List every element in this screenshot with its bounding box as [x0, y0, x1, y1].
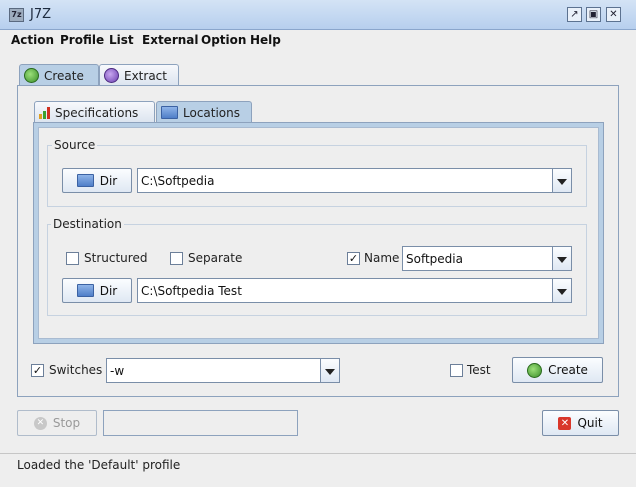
source-group-label: Source: [52, 138, 98, 152]
chevron-down-icon[interactable]: [552, 247, 571, 270]
extract-icon: [104, 68, 119, 83]
test-label: Test: [467, 363, 491, 377]
destination-dir-label: Dir: [99, 283, 118, 298]
stop-button[interactable]: ✕ Stop: [17, 410, 97, 436]
tab-extract-label: Extract: [124, 68, 167, 83]
create-button[interactable]: Create: [512, 357, 603, 383]
folder-icon: [76, 174, 94, 187]
source-path-combo[interactable]: C:\Softpedia: [137, 168, 572, 193]
minimize-icon[interactable]: ↗: [567, 7, 582, 22]
status-bar: Loaded the 'Default' profile: [0, 453, 636, 487]
stop-icon: ✕: [33, 416, 47, 430]
tab-extract[interactable]: Extract: [99, 64, 179, 86]
create-icon: [527, 362, 543, 378]
chevron-down-icon[interactable]: [552, 169, 571, 192]
folder-icon: [76, 284, 94, 297]
close-icon[interactable]: ✕: [606, 7, 621, 22]
app-icon: 7z: [9, 8, 24, 22]
menu-profile[interactable]: Profile: [60, 33, 104, 47]
tab-locations[interactable]: Locations: [156, 101, 252, 123]
source-path-value: C:\Softpedia: [141, 173, 215, 188]
name-combo[interactable]: Softpedia: [402, 246, 572, 271]
separate-label: Separate: [188, 251, 243, 265]
destination-path-value: C:\Softpedia Test: [141, 283, 242, 298]
switches-checkbox[interactable]: ✓: [31, 364, 44, 377]
progress-bar: [103, 410, 298, 436]
status-text: Loaded the 'Default' profile: [17, 458, 181, 472]
quit-button[interactable]: ✕ Quit: [542, 410, 619, 436]
window-title: J7Z: [30, 7, 52, 22]
tab-specifications-label: Specifications: [55, 105, 139, 120]
tab-create-label: Create: [44, 68, 84, 83]
folder-icon: [161, 106, 178, 119]
switches-value: -w: [110, 363, 125, 378]
tab-create[interactable]: Create: [19, 64, 99, 86]
destination-group-label: Destination: [51, 217, 124, 231]
chevron-down-icon[interactable]: [552, 279, 571, 302]
name-value: Softpedia: [406, 251, 463, 266]
name-checkbox[interactable]: ✓: [347, 252, 360, 265]
quit-icon: ✕: [558, 416, 572, 430]
switches-label: Switches: [49, 363, 103, 377]
menu-list[interactable]: List: [109, 33, 134, 47]
menu-bar: Action Profile List External Option Help: [0, 30, 636, 52]
bar-chart-icon: [39, 106, 50, 119]
create-icon: [24, 68, 39, 83]
menu-option[interactable]: Option: [201, 33, 246, 47]
destination-dir-button[interactable]: Dir: [62, 278, 132, 303]
tab-specifications[interactable]: Specifications: [34, 101, 155, 123]
create-button-label: Create: [548, 363, 588, 377]
name-label: Name: [364, 251, 400, 265]
structured-checkbox[interactable]: [66, 252, 79, 265]
source-dir-label: Dir: [99, 173, 118, 188]
tab-locations-label: Locations: [183, 105, 241, 120]
title-bar: 7z J7Z ↗ ▣ ✕: [0, 0, 636, 30]
quit-button-label: Quit: [577, 416, 603, 430]
stop-button-label: Stop: [52, 416, 81, 430]
chevron-down-icon[interactable]: [320, 359, 339, 382]
menu-help[interactable]: Help: [250, 33, 281, 47]
test-checkbox[interactable]: [450, 364, 463, 377]
structured-label: Structured: [84, 251, 148, 265]
destination-path-combo[interactable]: C:\Softpedia Test: [137, 278, 572, 303]
separate-checkbox[interactable]: [170, 252, 183, 265]
switches-combo[interactable]: -w: [106, 358, 340, 383]
maximize-icon[interactable]: ▣: [586, 7, 601, 22]
menu-external[interactable]: External: [142, 33, 198, 47]
menu-action[interactable]: Action: [11, 33, 54, 47]
source-dir-button[interactable]: Dir: [62, 168, 132, 193]
